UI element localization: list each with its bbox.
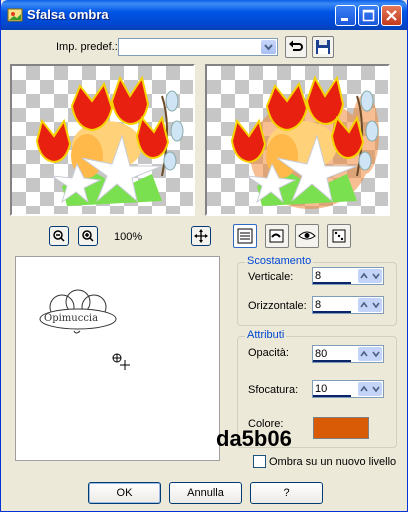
reset-button[interactable] xyxy=(285,36,307,58)
spinner-arrows-icon[interactable] xyxy=(358,298,382,312)
zoom-level: 100% xyxy=(114,231,143,243)
blur-label: Sfocatura: xyxy=(248,384,299,396)
dropdown-arrow-icon xyxy=(261,40,276,54)
shadow-color-swatch[interactable] xyxy=(313,417,369,439)
opacity-label: Opacità: xyxy=(248,347,289,359)
attributes-group-label: Attributi xyxy=(245,329,287,341)
minimize-button[interactable] xyxy=(335,5,356,26)
spinner-arrows-icon[interactable] xyxy=(358,347,382,361)
randomize-button[interactable] xyxy=(327,224,351,248)
shadow-direction-canvas[interactable]: Opimuccia xyxy=(15,256,220,461)
flowers-image xyxy=(35,75,184,206)
title-bar[interactable]: Sfalsa ombra xyxy=(1,0,407,30)
opacity-value: 80 xyxy=(315,348,328,360)
move-icon xyxy=(194,229,208,243)
vertical-label: Verticale: xyxy=(248,271,294,283)
blur-slider-bar xyxy=(313,395,351,397)
minimize-icon xyxy=(341,18,348,21)
horizontal-label: Orizzontale: xyxy=(248,300,307,312)
ok-button[interactable]: OK xyxy=(88,482,161,504)
save-preset-button[interactable] xyxy=(312,36,334,58)
original-preview[interactable] xyxy=(10,64,195,216)
vertical-value: 8 xyxy=(315,270,322,282)
new-layer-label: Ombra su un nuovo livello xyxy=(269,456,397,468)
tab-settings[interactable] xyxy=(233,224,257,248)
help-button[interactable]: ? xyxy=(250,482,323,504)
offset-group-label: Scostamento xyxy=(245,255,314,267)
toggle-preview-button[interactable] xyxy=(265,224,289,248)
eye-icon xyxy=(298,231,316,240)
zoom-in-button[interactable] xyxy=(78,226,98,246)
app-icon xyxy=(7,8,23,22)
zoom-in-icon xyxy=(82,230,94,242)
result-preview[interactable] xyxy=(205,64,390,216)
horizontal-slider-bar xyxy=(313,311,351,313)
horizontal-value: 8 xyxy=(315,299,322,311)
presets-label: Imp. predef.: xyxy=(56,41,118,53)
flowers-shadow-image xyxy=(230,75,379,209)
close-button[interactable] xyxy=(381,5,402,26)
close-icon xyxy=(386,10,397,21)
crosshair-icon xyxy=(112,353,130,370)
vertical-slider-bar xyxy=(313,282,351,284)
opacity-slider-bar xyxy=(313,360,351,362)
preview-icon xyxy=(269,229,284,243)
new-layer-checkbox[interactable] xyxy=(253,455,266,468)
blur-spinner[interactable]: 10 xyxy=(312,380,384,398)
presets-dropdown[interactable] xyxy=(118,38,278,56)
save-icon xyxy=(316,40,330,54)
maximize-button[interactable] xyxy=(358,5,379,26)
pan-button[interactable] xyxy=(191,226,211,246)
spinner-arrows-icon[interactable] xyxy=(358,382,382,396)
dice-icon xyxy=(332,229,346,243)
maximize-icon xyxy=(362,9,375,22)
eye-preview-button[interactable] xyxy=(295,224,319,248)
watermark-text: Opimuccia xyxy=(44,313,99,324)
color-hex-overlay: da5b06 xyxy=(216,426,292,451)
dialog-window: Sfalsa ombra Imp. predef.: 100% Opimucci… xyxy=(0,0,408,512)
blur-value: 10 xyxy=(315,383,328,395)
reset-icon xyxy=(289,40,303,51)
zoom-out-icon xyxy=(53,230,65,242)
opacity-spinner[interactable]: 80 xyxy=(312,345,384,363)
window-title: Sfalsa ombra xyxy=(27,7,109,22)
cancel-button[interactable]: Annulla xyxy=(169,482,242,504)
zoom-out-button[interactable] xyxy=(49,226,69,246)
spinner-arrows-icon[interactable] xyxy=(358,269,382,283)
vertical-spinner[interactable]: 8 xyxy=(312,267,384,285)
settings-list-icon xyxy=(237,228,253,244)
horizontal-spinner[interactable]: 8 xyxy=(312,296,384,314)
